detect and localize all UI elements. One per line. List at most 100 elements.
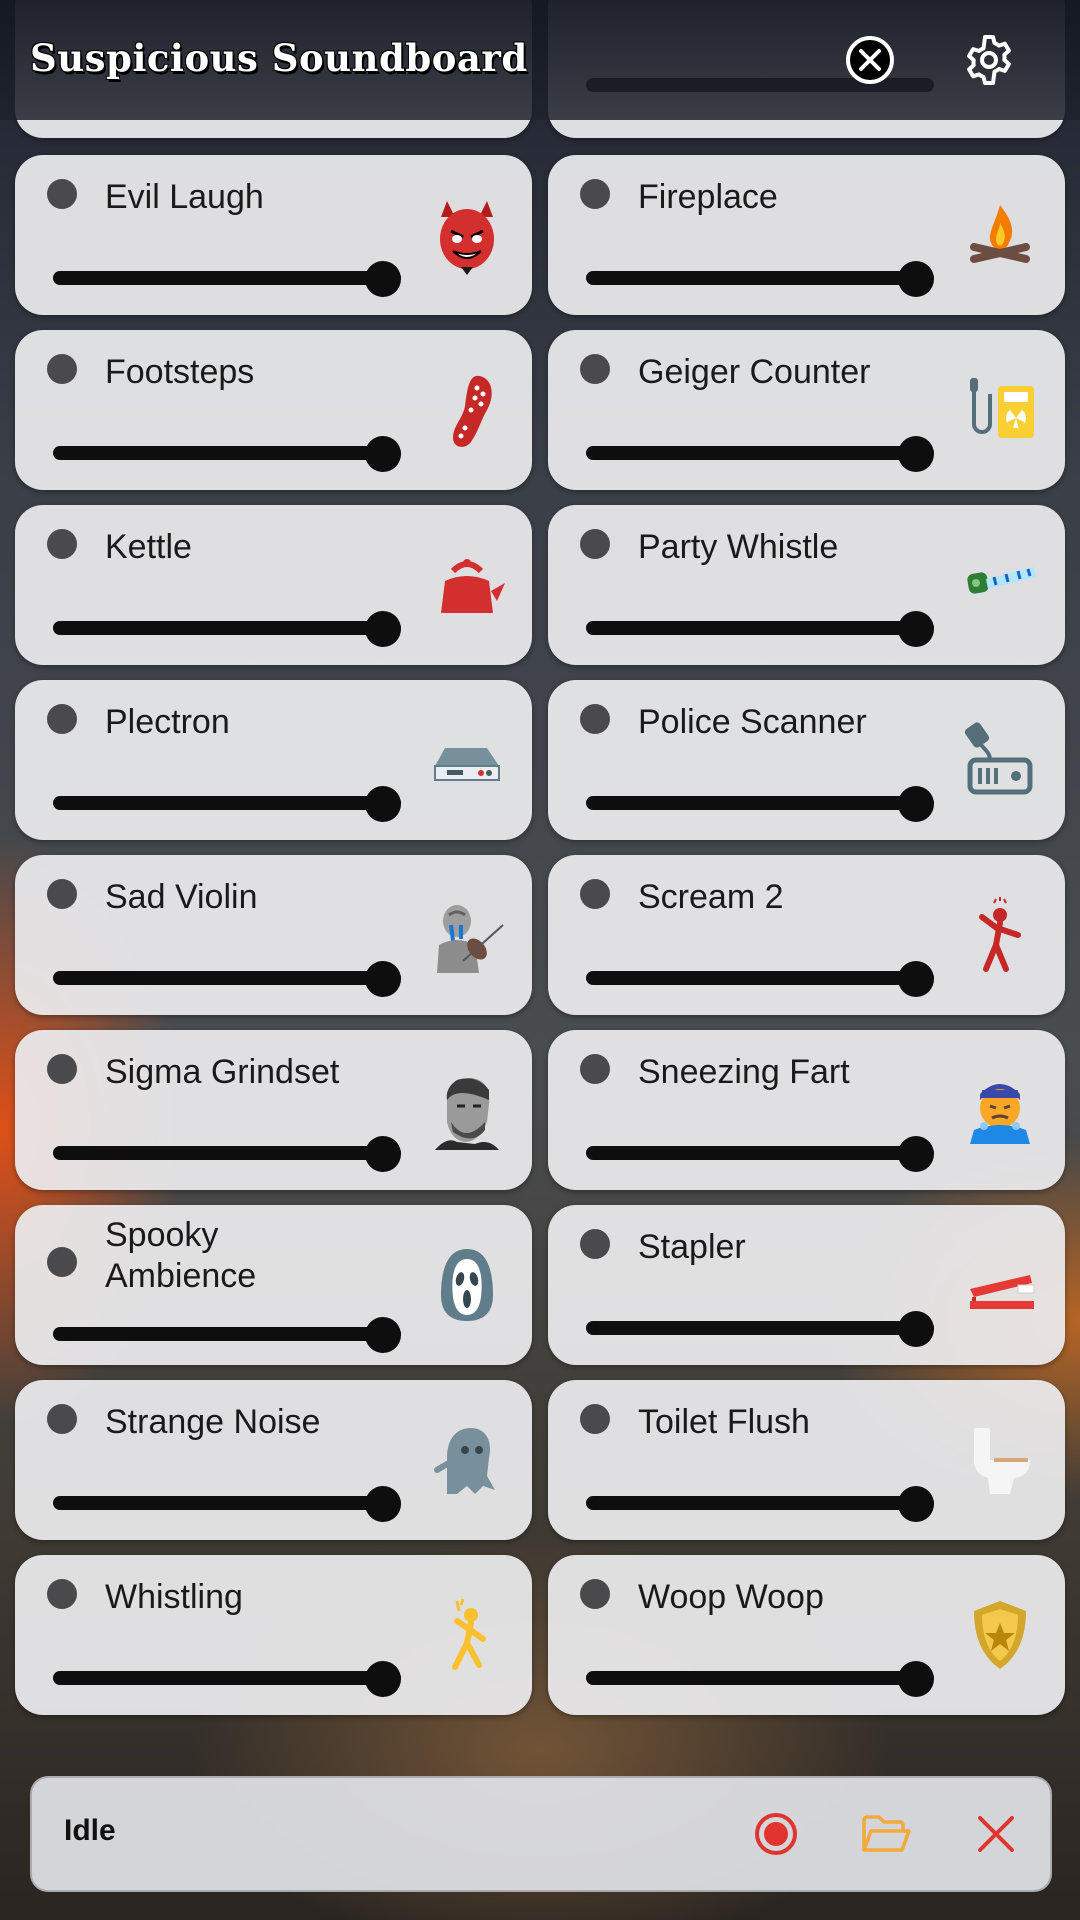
sound-card[interactable]: Kettle bbox=[15, 505, 532, 665]
slider-track bbox=[53, 1146, 401, 1160]
volume-slider[interactable] bbox=[53, 1661, 401, 1697]
ghostface-mask-icon bbox=[427, 1245, 507, 1325]
record-button[interactable] bbox=[748, 1806, 804, 1862]
status-bar: Idle bbox=[30, 1776, 1052, 1892]
volume-slider[interactable] bbox=[53, 261, 401, 297]
sound-label: Sigma Grindset bbox=[105, 1053, 340, 1091]
slider-thumb[interactable] bbox=[365, 786, 401, 822]
violinist-icon bbox=[427, 895, 507, 975]
play-indicator bbox=[580, 179, 610, 209]
sound-card[interactable]: Sneezing Fart bbox=[548, 1030, 1065, 1190]
radio-receiver-icon bbox=[427, 720, 507, 800]
slider-thumb[interactable] bbox=[898, 1661, 934, 1697]
clear-button[interactable] bbox=[968, 1806, 1024, 1862]
slider-track bbox=[53, 446, 401, 460]
play-indicator bbox=[580, 879, 610, 909]
sound-card[interactable]: Spooky Ambience bbox=[15, 1205, 532, 1365]
folder-open-icon bbox=[862, 1815, 911, 1852]
sound-card[interactable]: Strange Noise bbox=[15, 1380, 532, 1540]
slider-thumb[interactable] bbox=[365, 261, 401, 297]
police-badge-icon bbox=[960, 1595, 1040, 1675]
sound-card[interactable]: Stapler bbox=[548, 1205, 1065, 1365]
campfire-icon bbox=[960, 195, 1040, 275]
volume-slider[interactable] bbox=[53, 1317, 401, 1353]
play-indicator bbox=[47, 879, 77, 909]
volume-slider[interactable] bbox=[586, 1486, 934, 1522]
devil-icon bbox=[427, 195, 507, 275]
sound-card[interactable]: Woop Woop bbox=[548, 1555, 1065, 1715]
app-header: Suspicious Soundboard bbox=[0, 0, 1080, 120]
play-indicator bbox=[580, 529, 610, 559]
volume-slider[interactable] bbox=[53, 1486, 401, 1522]
slider-track bbox=[586, 1321, 934, 1335]
sound-label: Scream 2 bbox=[638, 878, 784, 916]
sound-label: Evil Laugh bbox=[105, 178, 264, 216]
slider-thumb[interactable] bbox=[898, 261, 934, 297]
volume-slider[interactable] bbox=[586, 1311, 934, 1347]
close-circle-icon bbox=[846, 36, 894, 84]
volume-slider[interactable] bbox=[586, 261, 934, 297]
sound-card[interactable]: Evil Laugh bbox=[15, 155, 532, 315]
slider-thumb[interactable] bbox=[898, 1136, 934, 1172]
slider-thumb[interactable] bbox=[365, 1317, 401, 1353]
sound-card[interactable]: Plectron bbox=[15, 680, 532, 840]
slider-thumb[interactable] bbox=[898, 1311, 934, 1347]
slider-thumb[interactable] bbox=[365, 436, 401, 472]
play-indicator bbox=[47, 1404, 77, 1434]
sound-card[interactable]: Fireplace bbox=[548, 155, 1065, 315]
slider-track bbox=[586, 1671, 934, 1685]
play-indicator bbox=[580, 1579, 610, 1609]
play-indicator bbox=[580, 354, 610, 384]
sound-card[interactable]: Geiger Counter bbox=[548, 330, 1065, 490]
slider-thumb[interactable] bbox=[898, 786, 934, 822]
volume-slider[interactable] bbox=[53, 611, 401, 647]
slider-thumb[interactable] bbox=[365, 1661, 401, 1697]
volume-slider[interactable] bbox=[53, 961, 401, 997]
screaming-person-icon bbox=[960, 895, 1040, 975]
sound-card[interactable]: Sad Violin bbox=[15, 855, 532, 1015]
close-button[interactable] bbox=[842, 32, 898, 88]
slider-thumb[interactable] bbox=[898, 961, 934, 997]
volume-slider[interactable] bbox=[53, 436, 401, 472]
geiger-counter-icon bbox=[960, 370, 1040, 450]
record-icon bbox=[755, 1813, 797, 1855]
slider-thumb[interactable] bbox=[365, 1136, 401, 1172]
volume-slider[interactable] bbox=[586, 611, 934, 647]
sneezing-face-icon bbox=[960, 1070, 1040, 1150]
slider-track bbox=[586, 1146, 934, 1160]
whistling-man-icon bbox=[427, 1595, 507, 1675]
slider-track bbox=[586, 796, 934, 810]
sound-label: Whistling bbox=[105, 1578, 243, 1616]
slider-track bbox=[53, 971, 401, 985]
slider-track bbox=[586, 271, 934, 285]
slider-thumb[interactable] bbox=[898, 436, 934, 472]
slider-thumb[interactable] bbox=[365, 961, 401, 997]
shoe-sole-icon bbox=[427, 370, 507, 450]
party-blower-icon bbox=[960, 545, 1040, 625]
volume-slider[interactable] bbox=[586, 961, 934, 997]
sound-card[interactable]: Toilet Flush bbox=[548, 1380, 1065, 1540]
sound-label: Footsteps bbox=[105, 353, 255, 391]
volume-slider[interactable] bbox=[586, 786, 934, 822]
settings-button[interactable] bbox=[961, 32, 1017, 88]
slider-thumb[interactable] bbox=[365, 1486, 401, 1522]
sound-label: Plectron bbox=[105, 703, 230, 741]
slider-thumb[interactable] bbox=[898, 1486, 934, 1522]
sound-card[interactable]: Whistling bbox=[15, 1555, 532, 1715]
volume-slider[interactable] bbox=[53, 786, 401, 822]
slider-thumb[interactable] bbox=[365, 611, 401, 647]
volume-slider[interactable] bbox=[586, 1136, 934, 1172]
volume-slider[interactable] bbox=[53, 1136, 401, 1172]
sound-card[interactable]: Party Whistle bbox=[548, 505, 1065, 665]
volume-slider[interactable] bbox=[586, 436, 934, 472]
volume-slider[interactable] bbox=[586, 1661, 934, 1697]
sound-card[interactable]: Police Scanner bbox=[548, 680, 1065, 840]
play-indicator bbox=[47, 1579, 77, 1609]
play-indicator bbox=[47, 354, 77, 384]
sound-card[interactable]: Scream 2 bbox=[548, 855, 1065, 1015]
open-folder-button[interactable] bbox=[858, 1806, 914, 1862]
sound-card[interactable]: Footsteps bbox=[15, 330, 532, 490]
sound-label: Woop Woop bbox=[638, 1578, 824, 1616]
slider-thumb[interactable] bbox=[898, 611, 934, 647]
sound-card[interactable]: Sigma Grindset bbox=[15, 1030, 532, 1190]
